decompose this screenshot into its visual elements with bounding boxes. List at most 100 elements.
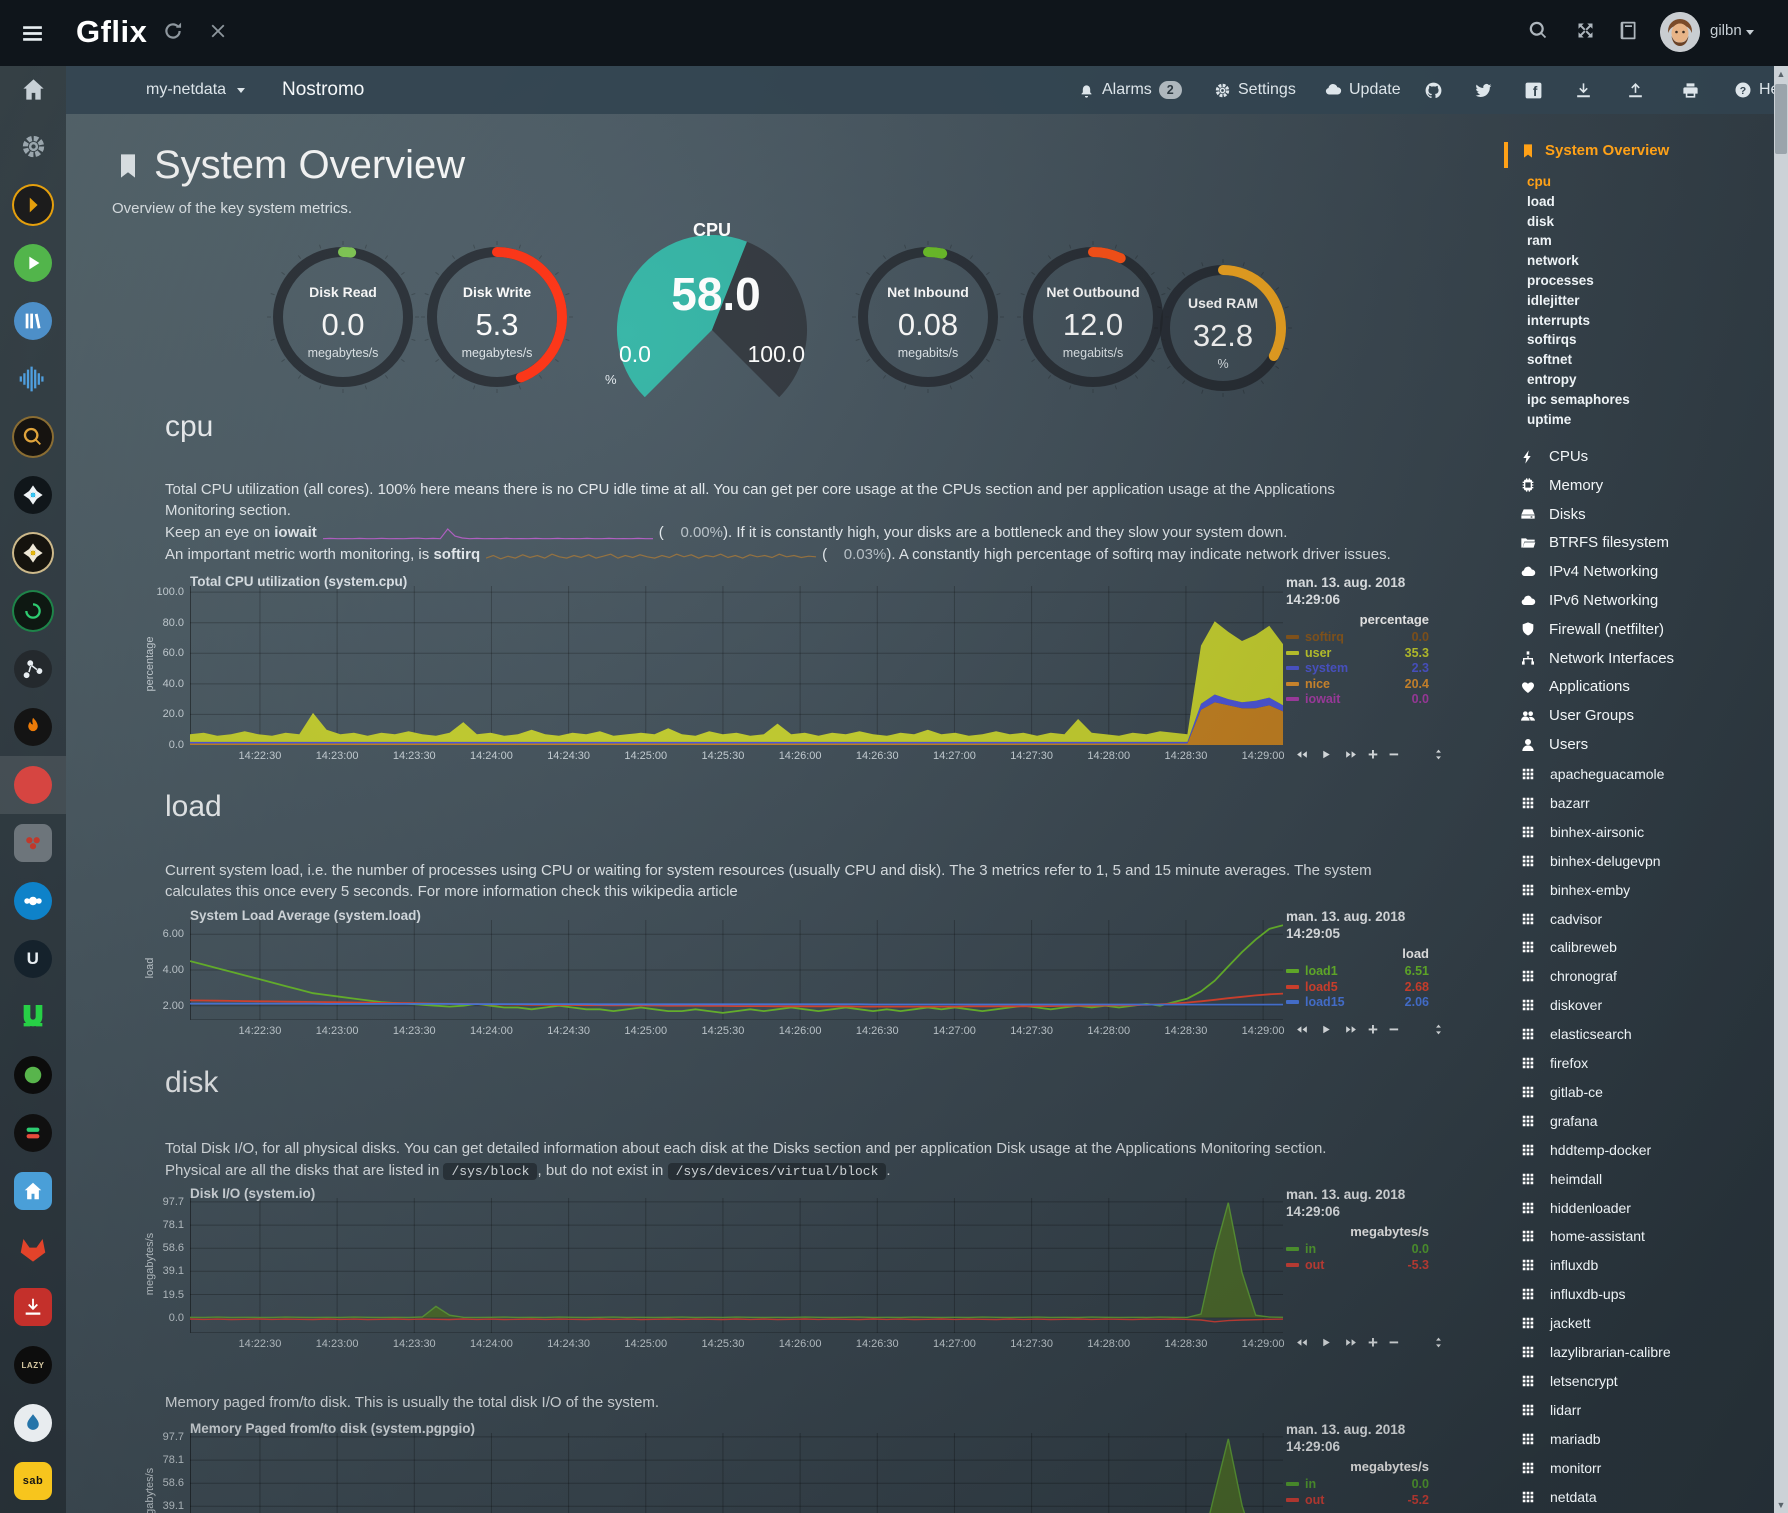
resize-handle[interactable] [1432,1336,1445,1349]
changelog-book-icon[interactable] [1618,20,1639,41]
menu-app-cadvisor[interactable]: cadvisor [1518,911,1602,927]
menu-sub-processes[interactable]: processes [1527,273,1594,288]
twitter-link[interactable] [1474,66,1493,114]
pan-forward-button[interactable] [1344,1023,1357,1036]
menu-app-hiddenloader[interactable]: hiddenloader [1518,1200,1631,1216]
menu-sub-network[interactable]: network [1527,253,1579,268]
github-link[interactable] [1424,66,1443,114]
menu-app-diskover[interactable]: diskover [1518,997,1602,1013]
gauge-disk-read[interactable]: Disk Read0.0megabytes/s [258,232,428,402]
zoom-out-button[interactable]: − [1389,1025,1399,1035]
menu-app-jackett[interactable]: jackett [1518,1315,1590,1331]
menu-sub-load[interactable]: load [1527,194,1555,209]
menu-system-overview[interactable]: System Overview [1520,142,1669,159]
menu-section-ipv4-networking[interactable]: IPv4 Networking [1518,563,1658,580]
close-tab-icon[interactable] [207,20,229,42]
wikipedia-link[interactable]: wikipedia article [632,883,738,900]
home-app-button[interactable] [0,60,66,118]
alarms-button[interactable]: Alarms 2 [1078,66,1182,114]
pan-backward-button[interactable] [1296,1336,1309,1349]
menu-app-influxdb-ups[interactable]: influxdb-ups [1518,1286,1626,1302]
facebook-link[interactable]: f [1524,66,1543,114]
hamburger-menu-icon[interactable] [20,21,45,46]
menu-app-monitorr[interactable]: monitorr [1518,1460,1601,1476]
menu-sub-uptime[interactable]: uptime [1527,412,1571,427]
resize-handle[interactable] [1432,1023,1445,1036]
gauge-disk-write[interactable]: Disk Write5.3megabytes/s [412,232,582,402]
zoom-out-button[interactable]: − [1389,1338,1399,1348]
avatar[interactable] [1660,12,1700,52]
menu-section-disks[interactable]: Disks [1518,506,1586,523]
menu-section-network-interfaces[interactable]: Network Interfaces [1518,650,1674,667]
zoom-in-button[interactable]: + [1368,1025,1378,1035]
menu-app-netdata[interactable]: netdata [1518,1489,1597,1505]
pan-forward-button[interactable] [1344,1336,1357,1349]
airsonic-app-button[interactable] [0,350,66,408]
gauge-cpu[interactable]: CPU58.00.0100.0% [597,222,827,397]
magnet-app-app-button[interactable] [0,988,66,1046]
menu-section-user-groups[interactable]: User Groups [1518,707,1634,724]
sabnzbd-app-button[interactable]: sab [0,1452,66,1510]
menu-app-lazylibrarian-calibre[interactable]: lazylibrarian-calibre [1518,1344,1671,1360]
zoom-in-button[interactable]: + [1368,750,1378,760]
menu-section-firewall-netfilter-[interactable]: Firewall (netfilter) [1518,621,1664,638]
unifi-app-button[interactable]: U [0,930,66,988]
menu-app-binhex-airsonic[interactable]: binhex-airsonic [1518,824,1644,840]
settings-gear-app-button[interactable] [0,117,66,175]
print-button[interactable] [1681,66,1700,114]
menu-app-lidarr[interactable]: lidarr [1518,1402,1581,1418]
menu-sub-softirqs[interactable]: softirqs [1527,332,1577,347]
menu-app-apacheguacamole[interactable]: apacheguacamole [1518,766,1664,782]
menu-app-firefox[interactable]: firefox [1518,1055,1588,1071]
menu-section-cpus[interactable]: CPUs [1518,448,1588,465]
server-dropdown[interactable]: my-netdata [146,66,245,114]
lazylibrarian-app-button[interactable]: LAZY [0,1336,66,1394]
menu-app-binhex-emby[interactable]: binhex-emby [1518,882,1630,898]
netdata-app-button[interactable] [0,756,66,814]
menu-app-influxdb[interactable]: influxdb [1518,1257,1598,1273]
emby-app-button[interactable] [0,234,66,292]
plex-app-button[interactable] [0,176,66,234]
menu-app-letsencrypt[interactable]: letsencrypt [1518,1373,1618,1389]
radarr-app-button[interactable] [0,524,66,582]
menu-sub-idlejitter[interactable]: idlejitter [1527,293,1580,308]
play-button[interactable] [1320,748,1333,761]
menu-app-home-assistant[interactable]: home-assistant [1518,1228,1645,1244]
grafana-app-button[interactable] [0,698,66,756]
user-menu[interactable]: gilbn [1710,22,1754,39]
home-assistant-app-button[interactable] [0,1162,66,1220]
menu-sub-softnet[interactable]: softnet [1527,352,1572,367]
calibre-web-app-button[interactable] [0,292,66,350]
gitlab-app-button[interactable] [0,1220,66,1278]
pan-backward-button[interactable] [1296,748,1309,761]
sonarr-app-button[interactable] [0,466,66,524]
settings-button[interactable]: Settings [1214,66,1296,114]
gauge-net-inbound[interactable]: Net Inbound0.08megabits/s [843,232,1013,402]
menu-section-applications[interactable]: Applications [1518,678,1630,695]
scrollbar[interactable]: ▲ ▼ [1774,66,1788,1513]
update-button[interactable]: Update [1324,66,1401,114]
menu-app-chronograf[interactable]: chronograf [1518,968,1617,984]
import-button[interactable] [1574,66,1593,114]
node-graph-app-button[interactable] [0,640,66,698]
menu-sub-ram[interactable]: ram [1527,233,1552,248]
scrollbar-thumb[interactable] [1775,84,1787,154]
menu-app-mariadb[interactable]: mariadb [1518,1431,1601,1447]
nextcloud-app-button[interactable] [0,872,66,930]
search-icon[interactable] [1528,20,1549,41]
pan-forward-button[interactable] [1344,748,1357,761]
menu-section-memory[interactable]: Memory [1518,477,1603,494]
youtube-dl-app-button[interactable] [0,1278,66,1336]
menu-app-bazarr[interactable]: bazarr [1518,795,1590,811]
resize-handle[interactable] [1432,748,1445,761]
menu-section-ipv6-networking[interactable]: IPv6 Networking [1518,592,1658,609]
menu-app-calibreweb[interactable]: calibreweb [1518,939,1617,955]
zoom-in-button[interactable]: + [1368,1338,1378,1348]
pihole-app-button[interactable] [0,814,66,872]
menu-app-elasticsearch[interactable]: elasticsearch [1518,1026,1632,1042]
menu-app-heimdall[interactable]: heimdall [1518,1171,1602,1187]
menu-sub-disk[interactable]: disk [1527,214,1554,229]
refresh-icon[interactable] [162,20,184,42]
menu-app-binhex-delugevpn[interactable]: binhex-delugevpn [1518,853,1661,869]
menu-section-btrfs-filesystem[interactable]: BTRFS filesystem [1518,534,1669,551]
